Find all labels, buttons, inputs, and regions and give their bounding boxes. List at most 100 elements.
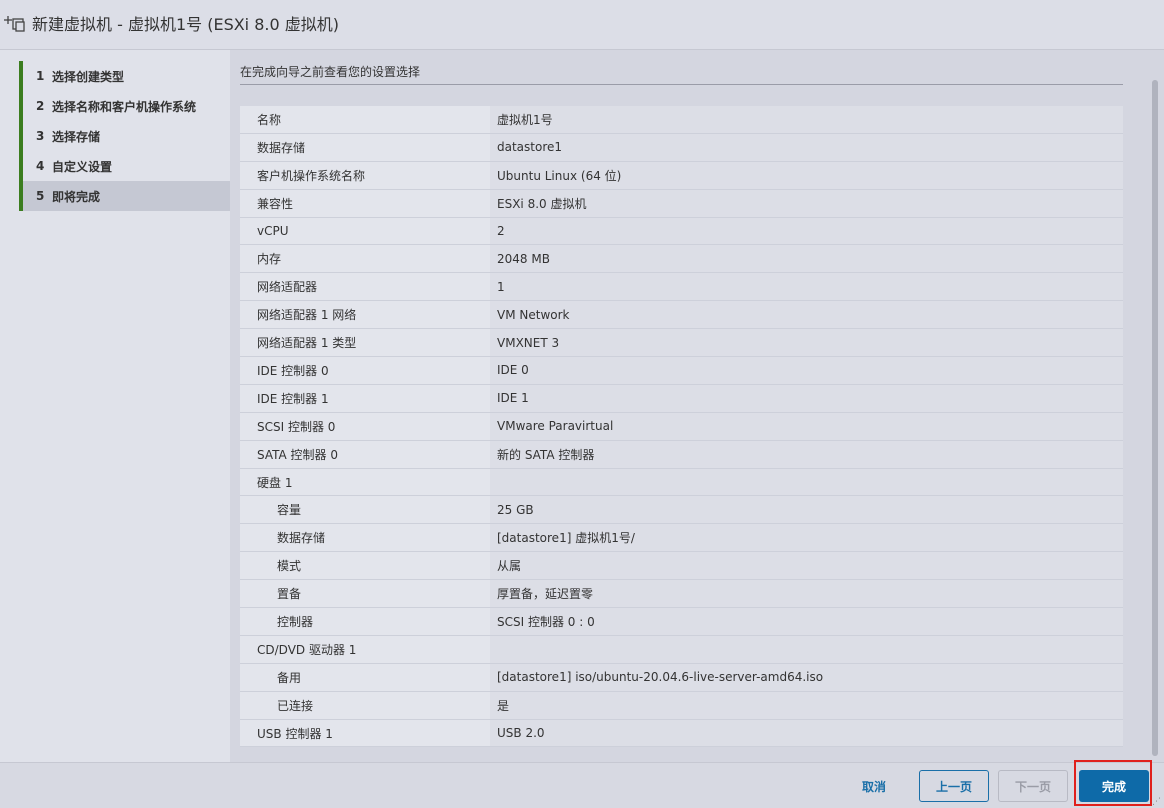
setting-value: 1 bbox=[490, 273, 1123, 301]
setting-key: 置备 bbox=[240, 580, 490, 608]
table-row: vCPU 2 bbox=[240, 217, 1123, 246]
content-scrollbar[interactable] bbox=[1150, 80, 1159, 760]
setting-value: Ubuntu Linux (64 位) bbox=[490, 161, 1123, 189]
table-row: 网络适配器 1 bbox=[240, 273, 1123, 302]
dialog-titlebar: 新建虚拟机 - 虚拟机1号 (ESXi 8.0 虚拟机) bbox=[0, 0, 1164, 50]
setting-value: SCSI 控制器 0 : 0 bbox=[490, 608, 1123, 635]
setting-value: IDE 1 bbox=[490, 384, 1123, 412]
setting-value: 新的 SATA 控制器 bbox=[490, 440, 1123, 468]
dialog-footer: 取消 上一页 下一页 完成 ⋰ bbox=[0, 760, 1164, 808]
table-row: 名称 虚拟机1号 bbox=[240, 106, 1123, 134]
setting-value: 厚置备，延迟置零 bbox=[490, 580, 1123, 608]
setting-value: [datastore1] iso/ubuntu-20.04.6-live-ser… bbox=[490, 663, 1123, 691]
setting-value bbox=[490, 635, 1123, 663]
setting-key: 网络适配器 bbox=[240, 273, 490, 301]
dialog-title: 新建虚拟机 - 虚拟机1号 (ESXi 8.0 虚拟机) bbox=[32, 15, 339, 34]
table-row: 内存 2048 MB bbox=[240, 245, 1123, 274]
setting-value: VM Network bbox=[490, 301, 1123, 329]
table-row: 网络适配器 1 类型 VMXNET 3 bbox=[240, 329, 1123, 358]
setting-key: IDE 控制器 1 bbox=[240, 384, 490, 412]
resize-grip-icon[interactable]: ⋰ bbox=[1152, 797, 1162, 807]
wizard-step-label: 选择创建类型 bbox=[52, 69, 125, 84]
table-row: 模式 从属 bbox=[240, 552, 1123, 581]
setting-key: SATA 控制器 0 bbox=[240, 440, 490, 468]
setting-value bbox=[490, 468, 1123, 496]
wizard-step-4[interactable]: 4 自定义设置 bbox=[19, 151, 230, 181]
table-row: 硬盘 1 bbox=[240, 468, 1123, 497]
scrollbar-thumb[interactable] bbox=[1152, 80, 1158, 756]
setting-value: [datastore1] 虚拟机1号/ bbox=[490, 524, 1123, 552]
wizard-step-number: 4 bbox=[36, 159, 45, 173]
setting-key: 网络适配器 1 类型 bbox=[240, 329, 490, 357]
table-row: 备用 [datastore1] iso/ubuntu-20.04.6-live-s… bbox=[240, 663, 1123, 692]
setting-key: 控制器 bbox=[240, 608, 490, 635]
table-row: 容量 25 GB bbox=[240, 496, 1123, 525]
wizard-content: 在完成向导之前查看您的设置选择 名称 虚拟机1号 数据存储 datastore1 客户机… bbox=[230, 50, 1164, 762]
setting-value: 从属 bbox=[490, 552, 1123, 580]
wizard-step-number: 2 bbox=[36, 99, 45, 113]
table-row: 置备 厚置备，延迟置零 bbox=[240, 580, 1123, 609]
table-row: 已连接是 bbox=[240, 691, 1123, 720]
table-row: 数据存储 [datastore1] 虚拟机1号/ bbox=[240, 524, 1123, 553]
table-row: SATA 控制器 0 新的 SATA 控制器 bbox=[240, 440, 1123, 469]
table-row: SCSI 控制器 0 VMware Paravirtual bbox=[240, 412, 1123, 441]
wizard-steps-sidebar: 1 选择创建类型 2 选择名称和客户机操作系统 3 选择存储 4 自定义设置 5 即将完成 bbox=[0, 50, 230, 762]
wizard-step-number: 3 bbox=[36, 129, 45, 143]
setting-key: 容量 bbox=[240, 496, 490, 524]
setting-value: 2048 MB bbox=[490, 245, 1123, 273]
setting-key: 内存 bbox=[240, 245, 490, 273]
setting-key: IDE 控制器 0 bbox=[240, 357, 490, 384]
add-vm-icon bbox=[4, 16, 25, 32]
setting-key: 名称 bbox=[240, 106, 490, 133]
table-row: CD/DVD 驱动器 1 bbox=[240, 635, 1123, 664]
wizard-step-label: 选择名称和客户机操作系统 bbox=[52, 99, 197, 114]
table-row: 控制器 SCSI 控制器 0 : 0 bbox=[240, 608, 1123, 636]
setting-value: datastore1 bbox=[490, 133, 1123, 161]
table-row: USB 控制器 1 USB 2.0 bbox=[240, 719, 1123, 748]
setting-key: USB 控制器 1 bbox=[240, 719, 490, 747]
setting-key: 数据存储 bbox=[240, 524, 490, 552]
wizard-step-label: 选择存储 bbox=[52, 129, 101, 144]
header-divider bbox=[240, 84, 1123, 85]
setting-value: 是 bbox=[490, 691, 1123, 719]
setting-key: 已连接 bbox=[240, 691, 490, 719]
setting-key: 网络适配器 1 网络 bbox=[240, 301, 490, 329]
setting-key: 硬盘 1 bbox=[240, 468, 490, 496]
table-row: 网络适配器 1 网络 VM Network bbox=[240, 301, 1123, 330]
setting-value: 25 GB bbox=[490, 496, 1123, 524]
wizard-step-label: 自定义设置 bbox=[52, 159, 113, 174]
wizard-step-2[interactable]: 2 选择名称和客户机操作系统 bbox=[19, 91, 230, 121]
table-row: 客户机操作系统名称 Ubuntu Linux (64 位) bbox=[240, 161, 1123, 190]
setting-key: 模式 bbox=[240, 552, 490, 580]
setting-key: 客户机操作系统名称 bbox=[240, 161, 490, 189]
cancel-button[interactable]: 取消 bbox=[846, 770, 902, 802]
next-page-button[interactable]: 下一页 bbox=[998, 770, 1068, 802]
wizard-step-5[interactable]: 5 即将完成 bbox=[19, 181, 230, 211]
setting-key: CD/DVD 驱动器 1 bbox=[240, 635, 490, 663]
wizard-step-number: 1 bbox=[36, 69, 45, 83]
table-row: 兼容性 ESXi 8.0 虚拟机 bbox=[240, 189, 1123, 218]
setting-value: IDE 0 bbox=[490, 357, 1123, 384]
setting-key: vCPU bbox=[240, 217, 490, 245]
setting-value: VMware Paravirtual bbox=[490, 412, 1123, 440]
setting-key: 数据存储 bbox=[240, 133, 490, 161]
wizard-step-label: 即将完成 bbox=[52, 189, 101, 204]
setting-value: 虚拟机1号 bbox=[490, 106, 1123, 133]
setting-key: 兼容性 bbox=[240, 189, 490, 217]
setting-key: 备用 bbox=[240, 663, 490, 691]
settings-summary-table: 名称 虚拟机1号 数据存储 datastore1 客户机操作系统名称 Ubuntu Lin… bbox=[240, 106, 1123, 748]
wizard-step-3[interactable]: 3 选择存储 bbox=[19, 121, 230, 151]
setting-value: ESXi 8.0 虚拟机 bbox=[490, 189, 1123, 217]
previous-page-button[interactable]: 上一页 bbox=[919, 770, 989, 802]
setting-key: SCSI 控制器 0 bbox=[240, 412, 490, 440]
content-header: 在完成向导之前查看您的设置选择 bbox=[240, 65, 421, 79]
wizard-step-1[interactable]: 1 选择创建类型 bbox=[19, 61, 230, 91]
wizard-step-number: 5 bbox=[36, 189, 45, 203]
finish-button[interactable]: 完成 bbox=[1079, 770, 1149, 802]
setting-value: VMXNET 3 bbox=[490, 329, 1123, 357]
table-row: IDE 控制器 1 IDE 1 bbox=[240, 384, 1123, 413]
setting-value: USB 2.0 bbox=[490, 719, 1123, 747]
wizard-steps-list: 1 选择创建类型 2 选择名称和客户机操作系统 3 选择存储 4 自定义设置 5 即将完成 bbox=[19, 61, 230, 211]
table-row: IDE 控制器 0 IDE 0 bbox=[240, 357, 1123, 385]
table-row: 数据存储 datastore1 bbox=[240, 133, 1123, 162]
